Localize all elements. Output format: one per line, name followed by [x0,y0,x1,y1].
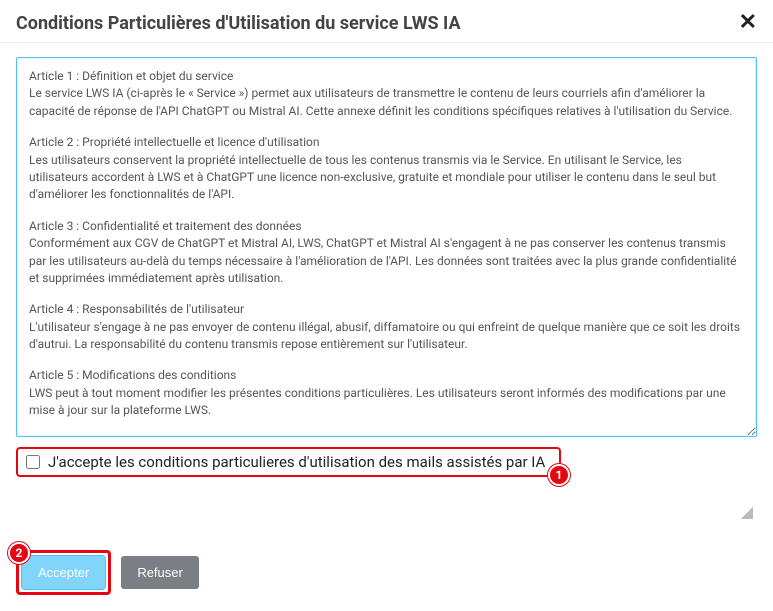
terms-textarea[interactable]: Article 1 : Définition et objet du servi… [16,57,757,437]
modal-title: Conditions Particulières d'Utilisation d… [16,13,461,34]
modal-footer: 2 Accepter Refuser [16,550,199,595]
article-body: Le service LWS IA (ci-après le « Service… [29,86,732,117]
accept-button-highlight: 2 Accepter [16,550,111,595]
terms-modal: Conditions Particulières d'Utilisation d… [0,0,773,611]
article-block: Article 6 : Droit applicable et juridict… [29,434,744,437]
article-block: Article 2 : Propriété intellectuelle et … [29,134,744,204]
article-block: Article 5 : Modifications des conditions… [29,367,744,419]
accept-button[interactable]: Accepter [22,556,105,589]
article-body: Les utilisateurs conservent la propriété… [29,153,716,202]
close-icon[interactable]: ✕ [739,12,757,34]
article-title: Article 1 : Définition et objet du servi… [29,68,744,85]
article-title: Article 3 : Confidentialité et traitemen… [29,218,744,235]
accept-terms-label: J'accepte les conditions particulieres d… [48,453,545,471]
annotation-badge-2: 2 [8,542,30,564]
article-block: Article 3 : Confidentialité et traitemen… [29,218,744,288]
article-body: LWS peut à tout moment modifier les prés… [29,386,726,417]
article-title: Article 4 : Responsabilités de l'utilisa… [29,301,744,318]
article-title: Article 6 : Droit applicable et juridict… [29,434,744,437]
article-body: Conformément aux CGV de ChatGPT et Mistr… [29,236,736,285]
article-block: Article 4 : Responsabilités de l'utilisa… [29,301,744,353]
annotation-badge-1: 1 [548,464,570,486]
article-title: Article 5 : Modifications des conditions [29,367,744,384]
modal-header: Conditions Particulières d'Utilisation d… [0,0,773,43]
modal-body: Article 1 : Définition et objet du servi… [0,43,773,477]
refuse-button[interactable]: Refuser [121,556,199,589]
article-title: Article 2 : Propriété intellectuelle et … [29,134,744,151]
accept-terms-row: J'accepte les conditions particulieres d… [16,447,561,477]
accept-terms-checkbox[interactable] [26,455,40,469]
resize-handle-icon[interactable]: ◢ [741,502,753,521]
article-body: L'utilisateur s'engage à ne pas envoyer … [29,320,740,351]
article-block: Article 1 : Définition et objet du servi… [29,68,744,120]
